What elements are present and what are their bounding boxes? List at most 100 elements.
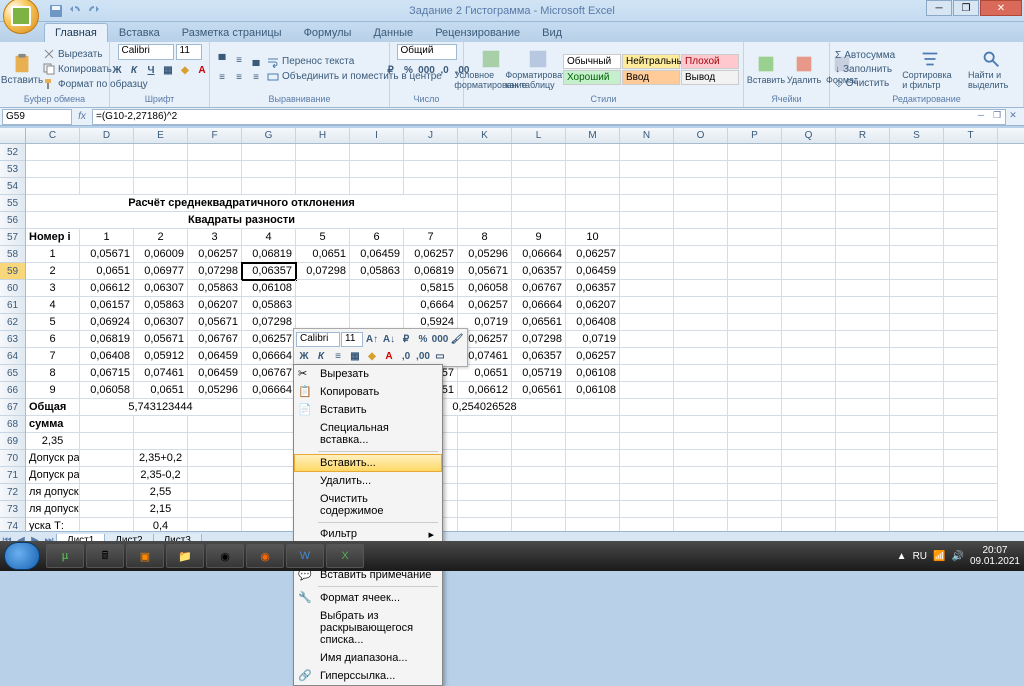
sort-filter-button[interactable]: Сортировка и фильтр xyxy=(898,46,962,92)
cell-P71[interactable] xyxy=(728,467,782,484)
row-header-53[interactable]: 53 xyxy=(0,161,25,178)
cell-D64[interactable]: 0,06408 xyxy=(80,348,134,365)
col-header-E[interactable]: E xyxy=(134,128,188,143)
cell-N73[interactable] xyxy=(620,501,674,518)
cell-Q62[interactable] xyxy=(782,314,836,331)
cell-L72[interactable] xyxy=(512,484,566,501)
cell-T63[interactable] xyxy=(944,331,998,348)
row-header-67[interactable]: 67 xyxy=(0,399,25,416)
cell-I60[interactable] xyxy=(350,280,404,297)
cell-Q66[interactable] xyxy=(782,382,836,399)
cell-F60[interactable]: 0,05863 xyxy=(188,280,242,297)
cell-G73[interactable] xyxy=(242,501,296,518)
cell-J59[interactable]: 0,06819 xyxy=(404,263,458,280)
cell-C52[interactable] xyxy=(26,144,80,161)
cell-M56[interactable] xyxy=(566,212,620,229)
cell-S60[interactable] xyxy=(890,280,944,297)
cell-P57[interactable] xyxy=(728,229,782,246)
cell-J58[interactable]: 0,06257 xyxy=(404,246,458,263)
cell-L69[interactable] xyxy=(512,433,566,450)
cell-P64[interactable] xyxy=(728,348,782,365)
task-player[interactable]: ▣ xyxy=(126,544,164,568)
cell-T54[interactable] xyxy=(944,178,998,195)
cell-N61[interactable] xyxy=(620,297,674,314)
cell-R66[interactable] xyxy=(836,382,890,399)
cell-K59[interactable]: 0,05671 xyxy=(458,263,512,280)
cell-Q55[interactable] xyxy=(782,195,836,212)
cell-N62[interactable] xyxy=(620,314,674,331)
cell-N66[interactable] xyxy=(620,382,674,399)
cell-M57[interactable]: 10 xyxy=(566,229,620,246)
cell-P62[interactable] xyxy=(728,314,782,331)
cell-K58[interactable]: 0,05296 xyxy=(458,246,512,263)
col-header-G[interactable]: G xyxy=(242,128,296,143)
paste-button[interactable]: Вставить xyxy=(4,51,40,88)
cell-S68[interactable] xyxy=(890,416,944,433)
cell-G60[interactable]: 0,06108 xyxy=(242,280,296,297)
col-header-O[interactable]: O xyxy=(674,128,728,143)
border-button[interactable]: ▦ xyxy=(160,62,176,78)
cell-F71[interactable] xyxy=(188,467,242,484)
cell-H58[interactable]: 0,0651 xyxy=(296,246,350,263)
cell-H53[interactable] xyxy=(296,161,350,178)
mini-dec-dec[interactable]: ,00 xyxy=(415,348,431,364)
cell-M60[interactable]: 0,06357 xyxy=(566,280,620,297)
cell-S73[interactable] xyxy=(890,501,944,518)
cell-L60[interactable]: 0,06767 xyxy=(512,280,566,297)
cell-G67[interactable] xyxy=(242,399,296,416)
cell-T71[interactable] xyxy=(944,467,998,484)
cell-R62[interactable] xyxy=(836,314,890,331)
cell-C72[interactable]: ля допуска USL: xyxy=(26,484,80,501)
mini-bold[interactable]: Ж xyxy=(296,348,312,364)
cell-L56[interactable] xyxy=(512,212,566,229)
cell-C56[interactable]: Квадраты разности xyxy=(26,212,458,229)
cell-L65[interactable]: 0,05719 xyxy=(512,365,566,382)
cell-D54[interactable] xyxy=(80,178,134,195)
cell-D59[interactable]: 0,0651 xyxy=(80,263,134,280)
cell-T66[interactable] xyxy=(944,382,998,399)
cell-O72[interactable] xyxy=(674,484,728,501)
cell-Q72[interactable] xyxy=(782,484,836,501)
row-header-55[interactable]: 55 xyxy=(0,195,25,212)
cell-P52[interactable] xyxy=(728,144,782,161)
cell-T74[interactable] xyxy=(944,518,998,531)
cell-M66[interactable]: 0,06108 xyxy=(566,382,620,399)
cell-F65[interactable]: 0,06459 xyxy=(188,365,242,382)
cell-M61[interactable]: 0,06207 xyxy=(566,297,620,314)
cell-O54[interactable] xyxy=(674,178,728,195)
fx-button[interactable]: fx xyxy=(72,111,92,122)
cell-O56[interactable] xyxy=(674,212,728,229)
cell-M63[interactable]: 0,0719 xyxy=(566,331,620,348)
cell-Q71[interactable] xyxy=(782,467,836,484)
cell-O66[interactable] xyxy=(674,382,728,399)
percent-button[interactable]: % xyxy=(401,62,417,78)
cell-G68[interactable] xyxy=(242,416,296,433)
cell-F59[interactable]: 0,07298 xyxy=(188,263,242,280)
doc-restore[interactable]: ❐ xyxy=(990,108,1004,122)
mini-italic[interactable]: К xyxy=(313,348,329,364)
cell-D57[interactable]: 1 xyxy=(80,229,134,246)
cell-H54[interactable] xyxy=(296,178,350,195)
row-header-68[interactable]: 68 xyxy=(0,416,25,433)
save-icon[interactable] xyxy=(48,3,64,19)
cell-R56[interactable] xyxy=(836,212,890,229)
cell-F69[interactable] xyxy=(188,433,242,450)
cell-G65[interactable]: 0,06767 xyxy=(242,365,296,382)
cell-S67[interactable] xyxy=(890,399,944,416)
context-Вырезать[interactable]: Вырезать✂ xyxy=(294,365,442,383)
cell-K61[interactable]: 0,06257 xyxy=(458,297,512,314)
cell-T64[interactable] xyxy=(944,348,998,365)
cell-P73[interactable] xyxy=(728,501,782,518)
cell-Q57[interactable] xyxy=(782,229,836,246)
cell-E52[interactable] xyxy=(134,144,188,161)
cell-R67[interactable] xyxy=(836,399,890,416)
cell-L64[interactable]: 0,06357 xyxy=(512,348,566,365)
cell-M70[interactable] xyxy=(566,450,620,467)
cell-K70[interactable] xyxy=(458,450,512,467)
cell-M54[interactable] xyxy=(566,178,620,195)
cell-T73[interactable] xyxy=(944,501,998,518)
cell-S59[interactable] xyxy=(890,263,944,280)
align-center[interactable]: ≡ xyxy=(231,70,247,86)
col-header-M[interactable]: M xyxy=(566,128,620,143)
cell-N58[interactable] xyxy=(620,246,674,263)
